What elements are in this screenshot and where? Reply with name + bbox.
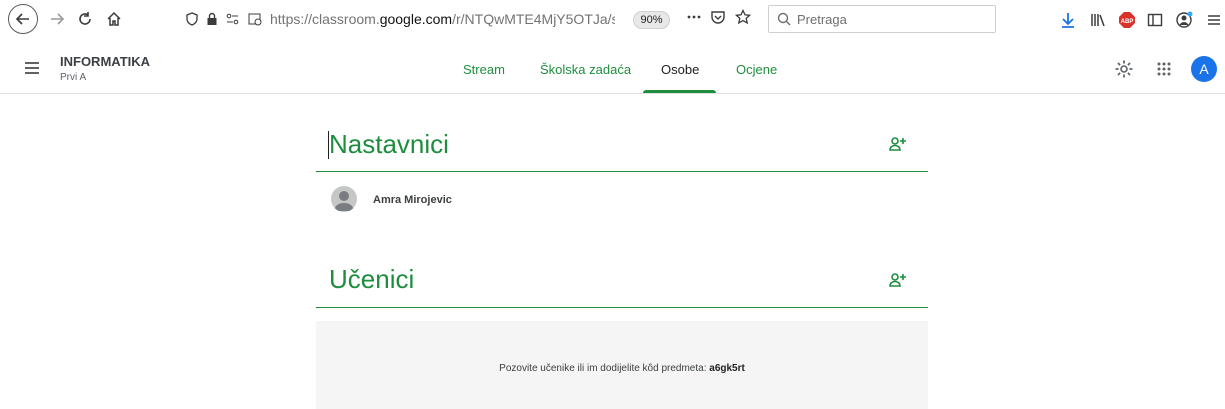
invite-teacher-button[interactable] xyxy=(888,134,908,154)
tab-stream[interactable]: Stream xyxy=(463,62,505,77)
permissions-icon[interactable] xyxy=(226,13,240,25)
class-tabs: Stream Školska zadaća Osobe Ocjene xyxy=(0,46,1225,94)
url-text[interactable]: https://classroom.google.com/r/NTQwMTE4M… xyxy=(270,11,615,27)
adblock-icon[interactable]: ABP xyxy=(1117,10,1137,30)
sidebar-icon[interactable] xyxy=(1145,10,1165,30)
home-icon xyxy=(107,11,121,26)
search-icon xyxy=(777,12,791,26)
teacher-name: Amra Mirojevic xyxy=(373,194,452,206)
pocket-icon[interactable] xyxy=(710,9,726,30)
svg-text:ABP: ABP xyxy=(1121,19,1134,25)
tab-classwork[interactable]: Školska zadaća xyxy=(540,62,631,77)
url-path: /r/NTQwMTE4MjY5OTJa/sort xyxy=(452,11,615,27)
page-action-icon[interactable] xyxy=(248,12,262,26)
home-button[interactable] xyxy=(101,6,127,32)
lock-icon[interactable] xyxy=(206,12,218,26)
tracking-shield-icon[interactable] xyxy=(186,12,198,26)
search-field[interactable]: Pretraga xyxy=(768,5,996,33)
students-heading: Učenici xyxy=(329,264,415,294)
url-domain: google.com xyxy=(379,11,453,27)
account-icon[interactable] xyxy=(1174,10,1194,30)
bookmark-star-icon[interactable] xyxy=(734,8,752,30)
class-settings-icon[interactable] xyxy=(1112,57,1136,81)
invite-message: Pozovite učenike ili im dodijelite kôd p… xyxy=(316,363,928,374)
person-silhouette-icon xyxy=(334,191,354,211)
library-icon[interactable] xyxy=(1088,10,1108,30)
classroom-header: INFORMATIKA Prvi A Stream Školska zadaća… xyxy=(0,46,1225,94)
active-tab-indicator xyxy=(643,90,716,93)
user-avatar[interactable]: A xyxy=(1191,56,1217,82)
teachers-divider xyxy=(316,171,928,172)
downloads-icon[interactable] xyxy=(1058,10,1078,30)
teacher-avatar xyxy=(331,186,357,212)
invite-students-panel: Pozovite učenike ili im dodijelite kôd p… xyxy=(316,321,928,409)
invite-instructions: Pozovite učenike ili im dodijelite kôd p… xyxy=(499,363,710,374)
class-code[interactable]: a6gk5rt xyxy=(709,363,745,374)
forward-arrow-icon xyxy=(51,13,65,25)
reload-button[interactable] xyxy=(72,6,98,32)
apps-grid-icon[interactable] xyxy=(1152,57,1176,81)
browser-toolbar: https://classroom.google.com/r/NTQwMTE4M… xyxy=(0,0,1225,46)
add-person-icon xyxy=(889,273,906,287)
teachers-heading: Nastavnici xyxy=(329,129,449,159)
reload-icon xyxy=(79,12,91,25)
add-person-icon xyxy=(889,137,906,151)
url-prefix: https://classroom. xyxy=(270,11,380,27)
back-button[interactable] xyxy=(8,4,38,34)
search-placeholder: Pretraga xyxy=(797,11,847,27)
more-actions-icon[interactable] xyxy=(686,9,702,30)
teacher-row[interactable]: Amra Mirojevic xyxy=(316,184,928,216)
zoom-level[interactable]: 90% xyxy=(633,11,670,29)
address-bar[interactable]: https://classroom.google.com/r/NTQwMTE4M… xyxy=(186,6,756,32)
browser-menu-icon[interactable] xyxy=(1204,10,1224,30)
tab-people[interactable]: Osobe xyxy=(661,62,699,77)
forward-button[interactable] xyxy=(44,6,70,32)
students-divider xyxy=(316,307,928,308)
tab-grades[interactable]: Ocjene xyxy=(736,62,777,77)
back-arrow-icon xyxy=(15,13,29,25)
invite-students-button[interactable] xyxy=(888,270,908,290)
